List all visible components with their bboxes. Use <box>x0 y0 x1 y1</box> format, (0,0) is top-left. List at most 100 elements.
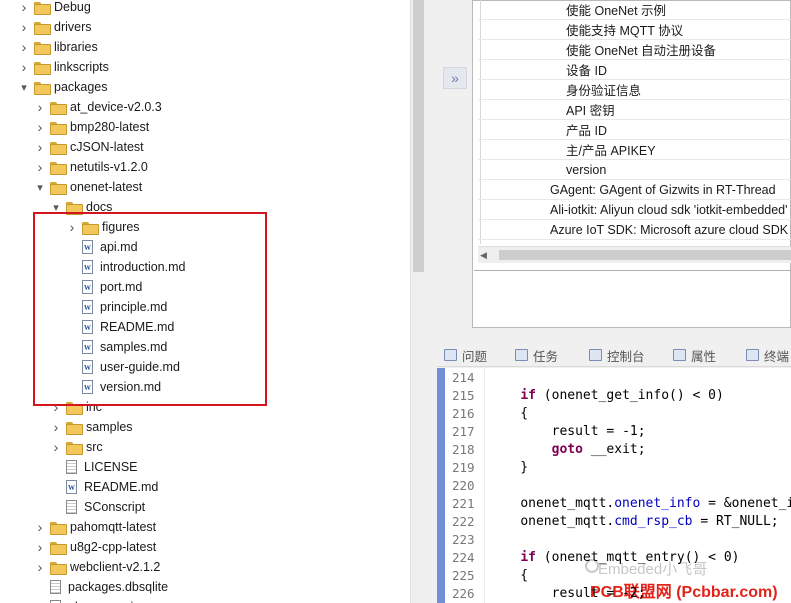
tree-item-label: pahomqtt-latest <box>70 520 157 534</box>
line-number: 219 <box>452 460 475 475</box>
settings-row[interactable]: 使能 OneNet 自动注册设备 <box>478 40 791 60</box>
chevron-right-icon[interactable]: › <box>34 139 46 155</box>
settings-row[interactable]: version <box>478 160 791 180</box>
tree-item-label: packages.dbsqlite <box>68 580 169 594</box>
code-line: if (onenet_mqtt_entry() < 0) <box>520 550 740 565</box>
tab-console[interactable]: 控制台 <box>589 343 645 367</box>
problems-icon <box>444 349 457 361</box>
chevron-right-icon[interactable]: › <box>34 119 46 135</box>
tree-item[interactable]: › src <box>50 437 103 457</box>
folder-icon <box>34 1 51 15</box>
tree-item[interactable]: › drivers <box>18 17 92 37</box>
tree-item[interactable]: › at_device-v2.0.3 <box>34 97 162 117</box>
tree-item[interactable]: LICENSE <box>50 457 138 477</box>
tab-terminal[interactable]: 终端 <box>746 343 789 367</box>
code-line: result = -2; <box>551 586 646 601</box>
tree-item[interactable]: ▾ onenet-latest <box>34 177 142 197</box>
chevron-right-icon[interactable]: › <box>34 99 46 115</box>
settings-row[interactable]: Ali-iotkit: Aliyun cloud sdk 'iotkit-emb… <box>478 200 791 220</box>
tree-item[interactable]: › cJSON-latest <box>34 137 144 157</box>
line-number: 221 <box>452 496 475 511</box>
terminal-icon <box>746 349 759 361</box>
settings-row-label: GAgent: GAgent of Gizwits in RT-Thread <box>550 182 776 197</box>
folder-icon <box>34 81 51 95</box>
tree-item[interactable]: › libraries <box>18 37 98 57</box>
line-number: 224 <box>452 550 475 565</box>
settings-row[interactable]: Azure IoT SDK: Microsoft azure cloud SDK… <box>478 220 791 240</box>
tree-item-label: LICENSE <box>84 460 138 474</box>
chevron-right-icon[interactable]: › <box>34 559 46 575</box>
tree-item-label: onenet-latest <box>70 180 143 194</box>
folder-icon <box>50 521 67 535</box>
settings-row-label: 产品 ID <box>566 124 607 138</box>
tree-item[interactable]: › webclient-v2.1.2 <box>34 557 161 577</box>
properties-icon <box>673 349 686 361</box>
tab-properties[interactable]: 属性 <box>673 343 716 367</box>
chevron-right-icon[interactable]: › <box>18 0 30 15</box>
tree-item[interactable]: › bmp280-latest <box>34 117 150 137</box>
tree-item[interactable]: › u8g2-cpp-latest <box>34 537 157 557</box>
chevron-down-icon[interactable]: ▾ <box>34 181 46 194</box>
settings-row[interactable]: 主/产品 APIKEY <box>478 140 791 160</box>
line-number: 225 <box>452 568 475 583</box>
tab-problems[interactable]: 问题 <box>444 343 487 367</box>
settings-row-label: Ali-iotkit: Aliyun cloud sdk 'iotkit-emb… <box>550 202 791 217</box>
panel-divider <box>474 270 791 271</box>
settings-row[interactable]: 设备 ID <box>478 60 791 80</box>
double-chevron-right-icon[interactable]: » <box>443 67 467 89</box>
code-line: { <box>489 406 529 421</box>
chevron-right-icon[interactable]: › <box>18 59 30 75</box>
settings-row[interactable]: 使能 OneNet 示例 <box>478 0 791 20</box>
chevron-right-icon[interactable]: › <box>50 419 62 435</box>
tree-item-label: drivers <box>54 20 92 34</box>
line-number: 222 <box>452 514 475 529</box>
text-file-icon <box>50 580 61 594</box>
tree-item-label: README.md <box>84 480 159 494</box>
code-line: { <box>489 568 529 583</box>
tab-label: 问题 <box>462 349 488 364</box>
tree-scrollbar-thumb[interactable] <box>413 0 424 272</box>
tree-item[interactable]: W README.md <box>50 477 158 497</box>
code-line: goto __exit; <box>551 442 646 457</box>
tree-item[interactable]: ▾ packages <box>18 77 108 97</box>
folder-icon <box>50 161 67 175</box>
tab-tasks[interactable]: 任务 <box>515 343 558 367</box>
chevron-right-icon[interactable]: › <box>18 19 30 35</box>
chevron-right-icon[interactable]: › <box>34 519 46 535</box>
settings-row[interactable]: 使能支持 MQTT 协议 <box>478 20 791 40</box>
folder-icon <box>66 421 83 435</box>
settings-row[interactable]: GAgent: GAgent of Gizwits in RT-Thread <box>478 180 791 200</box>
tree-item-label: src <box>86 440 103 454</box>
tree-item-label: SConscript <box>84 500 146 514</box>
folder-icon <box>50 121 67 135</box>
tree-item[interactable]: SConscript <box>50 497 145 517</box>
line-number: 216 <box>452 406 475 421</box>
tree-item[interactable]: › linkscripts <box>18 57 109 77</box>
chevron-right-icon[interactable]: › <box>50 439 62 455</box>
tree-item[interactable]: › pahomqtt-latest <box>34 517 157 537</box>
chevron-right-icon[interactable]: › <box>34 539 46 555</box>
tree-item-label: netutils-v1.2.0 <box>70 160 148 174</box>
tree-item[interactable]: pkgs_error.json <box>34 597 153 603</box>
tree-item[interactable]: › samples <box>50 417 133 437</box>
settings-row[interactable]: API 密钥 <box>478 100 791 120</box>
chevron-down-icon[interactable]: ▾ <box>18 81 30 94</box>
settings-row-label: 使能支持 MQTT 协议 <box>566 24 684 38</box>
settings-row-label: version <box>566 162 607 177</box>
tree-item[interactable]: › Debug <box>18 0 91 17</box>
chevron-right-icon[interactable]: › <box>18 39 30 55</box>
settings-row-label: 设备 ID <box>566 64 607 78</box>
tree-item[interactable]: packages.dbsqlite <box>34 577 168 597</box>
tree-item-label: u8g2-cpp-latest <box>70 540 157 554</box>
settings-row[interactable]: 身份验证信息 <box>478 80 791 100</box>
bottom-tab-bar: 问题 任务 控制台 属性 终端 <box>437 343 791 367</box>
console-icon <box>589 349 602 361</box>
scroll-left-icon[interactable]: ◀ <box>480 250 487 261</box>
tree-item[interactable]: › netutils-v1.2.0 <box>34 157 148 177</box>
settings-row-label: 使能 OneNet 示例 <box>566 4 667 18</box>
settings-row[interactable]: 产品 ID <box>478 120 791 140</box>
folder-icon <box>50 181 67 195</box>
settings-hscrollbar-thumb[interactable] <box>499 250 791 260</box>
settings-row-label: 主/产品 APIKEY <box>566 144 656 158</box>
chevron-right-icon[interactable]: › <box>34 159 46 175</box>
